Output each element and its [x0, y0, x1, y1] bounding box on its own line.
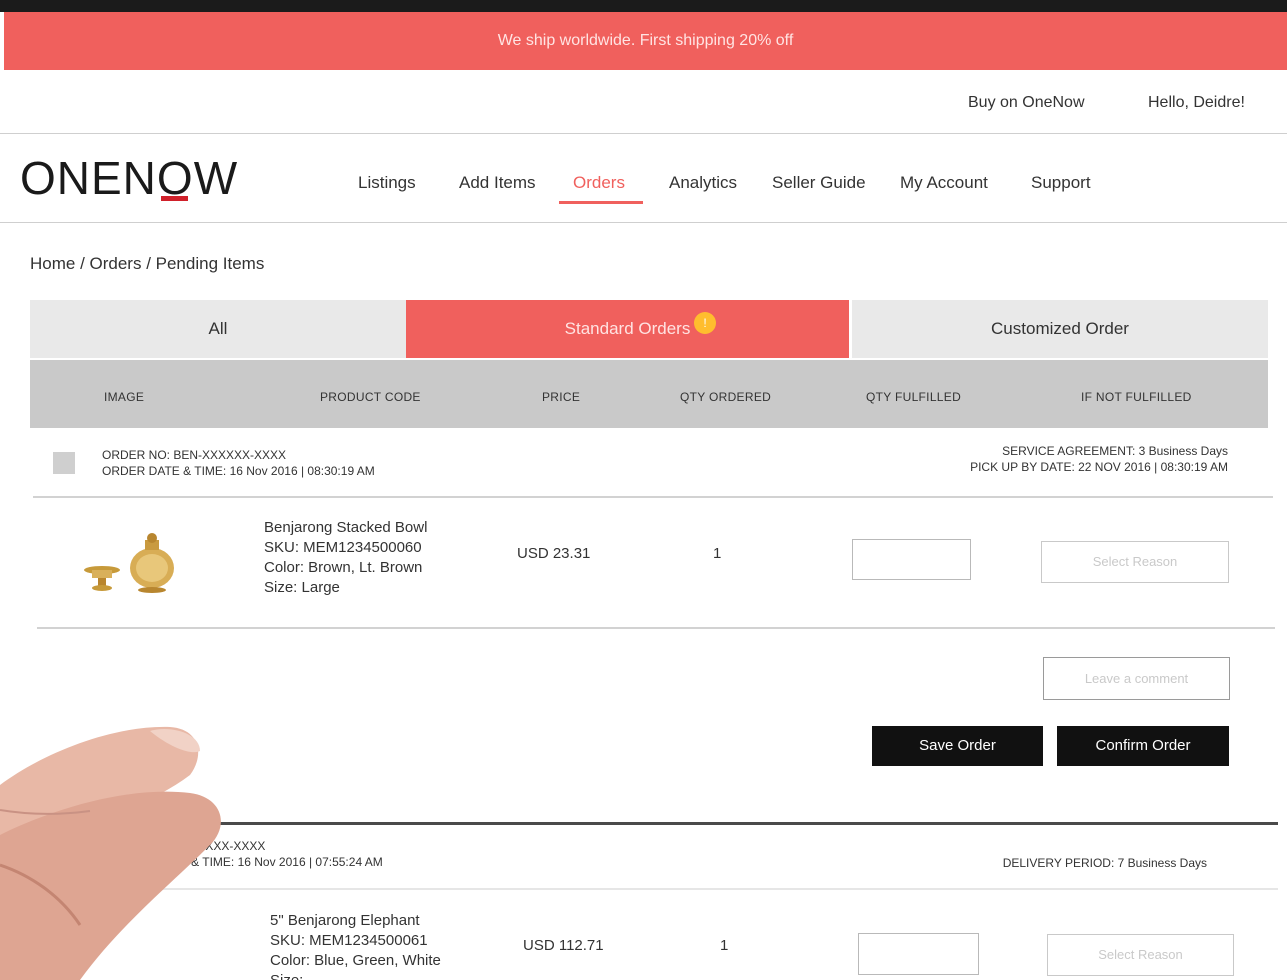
onenow-logo[interactable]: ONENOW: [20, 151, 238, 205]
promo-banner: We ship worldwide. First shipping 20% of…: [4, 12, 1287, 70]
tab-standard-label: Standard Orders: [564, 319, 691, 338]
top-bezel: [0, 0, 1287, 12]
order-1-divider: [33, 496, 1273, 498]
buy-on-onenow-link[interactable]: Buy on OneNow: [968, 94, 1085, 112]
active-nav-indicator: [559, 201, 643, 204]
main-navbar: ONENOW Listings Add Items Orders Analyti…: [0, 135, 1287, 223]
order-1-datetime: ORDER DATE & TIME: 16 Nov 2016 | 08:30:1…: [102, 464, 375, 478]
breadcrumb: Home / Orders / Pending Items: [30, 254, 265, 273]
utility-bar: Buy on OneNow Hello, Deidre!: [0, 70, 1287, 134]
order-1-pickup-date: PICK UP BY DATE: 22 NOV 2016 | 08:30:19 …: [970, 460, 1228, 474]
order-1-product-color: Color: Brown, Lt. Brown: [264, 559, 423, 576]
order-1-qty-fulfilled-input[interactable]: [852, 539, 971, 580]
col-product-code: PRODUCT CODE: [320, 390, 421, 404]
order-2-product-details: 5" Benjarong Elephant SKU: MEM1234500061…: [270, 911, 441, 980]
col-price: PRICE: [542, 390, 581, 404]
col-qty-ordered: QTY ORDERED: [680, 390, 772, 404]
nav-orders[interactable]: Orders: [573, 173, 625, 193]
order-2-reason-select[interactable]: Select Reason: [1047, 934, 1234, 976]
tab-all-label: All: [208, 319, 228, 338]
user-greeting[interactable]: Hello, Deidre!: [1148, 94, 1245, 112]
nav-support[interactable]: Support: [1031, 173, 1091, 193]
tab-notification-badge: !: [694, 312, 716, 334]
order-1-comment-field[interactable]: Leave a comment: [1043, 657, 1230, 700]
order-1-product-details: Benjarong Stacked Bowl SKU: MEM123450006…: [264, 518, 427, 598]
order-1-product-name: Benjarong Stacked Bowl: [264, 519, 428, 536]
order-1-qty-ordered: 1: [713, 545, 722, 562]
order-1-number: ORDER NO: BEN-XXXXXX-XXXX: [102, 448, 287, 462]
order-2-qty-ordered: 1: [720, 937, 729, 954]
col-image: IMAGE: [104, 390, 145, 404]
col-qty-fulfilled: QTY FULFILLED: [866, 390, 962, 404]
order-1-checkbox[interactable]: [53, 452, 75, 474]
tab-customized-order[interactable]: Customized Order: [852, 300, 1268, 358]
nav-add-items[interactable]: Add Items: [459, 173, 536, 193]
order-2-price: USD 112.71: [523, 937, 604, 954]
order-2-product-color: Color: Blue, Green, White: [270, 952, 441, 969]
nav-listings[interactable]: Listings: [358, 173, 416, 193]
order-tabs: All Standard Orders ! Customized Order: [30, 300, 1268, 358]
order-1-product-size: Size: Large: [264, 579, 340, 596]
hand-overlay: [0, 726, 221, 980]
save-order-button[interactable]: Save Order: [872, 726, 1043, 766]
order-2-delivery-period: DELIVERY PERIOD: 7 Business Days: [1002, 856, 1207, 870]
order-2-product-size: Size:: [270, 971, 441, 980]
order-1-product-sku: SKU: MEM1234500060: [264, 539, 422, 556]
order-1-item-divider: [37, 627, 1275, 629]
tab-customized-label: Customized Order: [991, 319, 1129, 338]
order-1-price: USD 23.31: [517, 545, 591, 562]
order-1-service-meta: SERVICE AGREEMENT: 3 Business Days PICK …: [970, 443, 1228, 475]
order-2-product-name: 5" Benjarong Elephant: [270, 912, 420, 929]
nav-seller-guide[interactable]: Seller Guide: [772, 173, 866, 193]
table-header: IMAGE PRODUCT CODE PRICE QTY ORDERED QTY…: [30, 360, 1268, 428]
product-image-bowl: [84, 533, 174, 593]
nav-analytics[interactable]: Analytics: [669, 173, 737, 193]
order-1-service-agreement: SERVICE AGREEMENT: 3 Business Days: [1002, 444, 1228, 458]
order-2-product-sku: SKU: MEM1234500061: [270, 932, 428, 949]
order-1-meta: ORDER NO: BEN-XXXXXX-XXXX ORDER DATE & T…: [102, 447, 375, 479]
order-1-reason-select[interactable]: Select Reason: [1041, 541, 1229, 583]
col-if-not-fulfilled: IF NOT FULFILLED: [1081, 390, 1192, 404]
tab-standard-orders[interactable]: Standard Orders: [406, 300, 849, 358]
tab-all[interactable]: All: [30, 300, 406, 358]
confirm-order-button[interactable]: Confirm Order: [1057, 726, 1229, 766]
nav-my-account[interactable]: My Account: [900, 173, 988, 193]
order-2-qty-fulfilled-input[interactable]: [858, 933, 979, 975]
